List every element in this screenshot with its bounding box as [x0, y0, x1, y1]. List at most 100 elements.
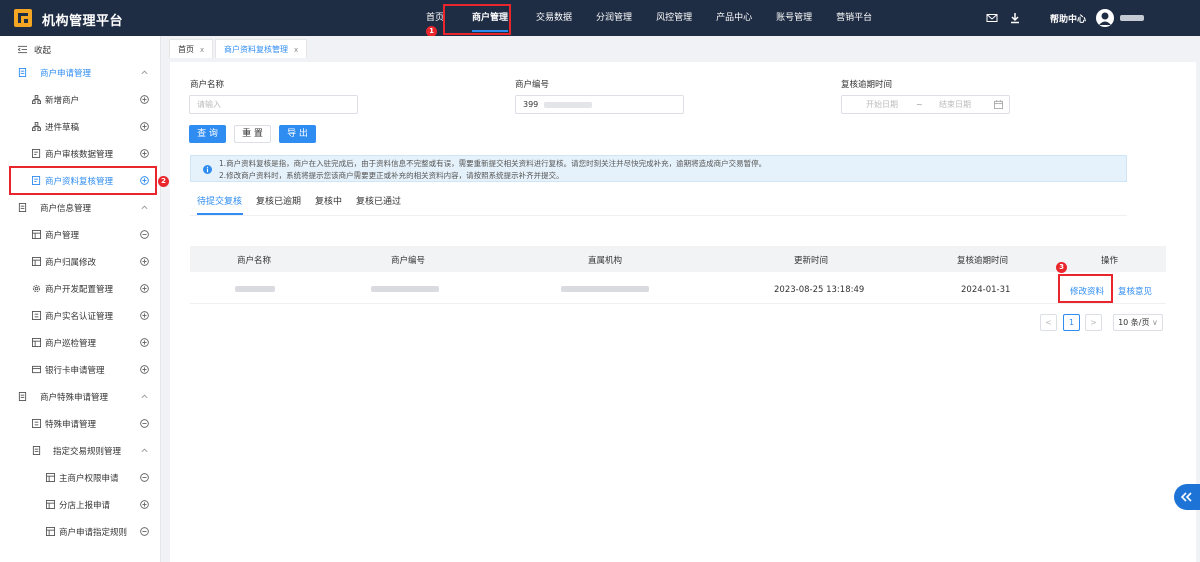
prev-page-button[interactable]: <	[1040, 314, 1057, 331]
plus-circle-icon	[140, 365, 149, 374]
export-button[interactable]: 导 出	[279, 125, 316, 143]
mail-icon[interactable]	[986, 12, 998, 24]
close-icon[interactable]: x	[200, 46, 204, 54]
nav-profit-sharing[interactable]: 分润管理	[588, 0, 640, 36]
sidebar-item-specified-rules[interactable]: 商户申请指定规则	[0, 518, 161, 545]
nav-risk-control[interactable]: 风控管理	[648, 0, 700, 36]
sidebar-item-bank-card[interactable]: 银行卡申请管理	[0, 356, 161, 383]
double-chevron-left-icon	[1181, 492, 1192, 502]
document-icon	[18, 392, 27, 401]
merchant-no-value: 399	[523, 100, 539, 109]
tab-passed[interactable]: 复核已通过	[356, 194, 401, 207]
minus-circle-icon	[140, 473, 149, 482]
sidebar-item-audit-data[interactable]: 商户审核数据管理	[0, 140, 161, 167]
sidebar-item-branch-report[interactable]: 分店上报申请	[0, 491, 161, 518]
org-chart-icon	[32, 95, 41, 104]
table-header: 商户名称 商户编号 直属机构 更新时间 复核逾期时间 操作	[190, 246, 1166, 272]
help-center-link[interactable]: 帮助中心	[1050, 12, 1086, 25]
sidebar-item-label: 银行卡申请管理	[45, 365, 105, 376]
collapse-menu-icon	[18, 45, 27, 54]
merchant-name-input[interactable]: 请输入	[189, 95, 358, 114]
tab-overdue[interactable]: 复核已逾期	[256, 194, 301, 207]
document-icon	[18, 68, 27, 77]
sidebar-item-main-merchant-permission[interactable]: 主商户权限申请	[0, 464, 161, 491]
page-1-button[interactable]: 1	[1063, 314, 1080, 331]
gear-icon	[32, 284, 41, 293]
id-card-icon	[32, 419, 41, 428]
brand-logo-icon	[14, 9, 32, 27]
sidebar-item-label: 主商户权限申请	[59, 473, 119, 484]
table-icon	[46, 500, 55, 509]
sidebar-item-add-merchant[interactable]: 新增商户	[0, 86, 161, 113]
id-card-icon	[32, 311, 41, 320]
sidebar-item-inspection[interactable]: 商户巡检管理	[0, 329, 161, 356]
org-chart-icon	[32, 122, 41, 131]
range-separator: ~	[916, 100, 923, 109]
sidebar-item-merchant-manage[interactable]: 商户管理	[0, 221, 161, 248]
plus-circle-icon	[140, 338, 149, 347]
merchant-no-input[interactable]: 399	[515, 95, 684, 114]
query-button[interactable]: 查 询	[189, 125, 226, 143]
merchant-no-label: 商户编号	[515, 80, 550, 90]
floating-collapse-button[interactable]	[1174, 484, 1200, 510]
update-time-cell: 2023-08-25 13:18:49	[774, 285, 865, 295]
chevron-up-icon	[141, 394, 148, 399]
notice-line-1: 1.商户资料复核是指，商户在入驻完成后，由于资料信息不完整或有误，需要重新提交相…	[219, 159, 767, 168]
deadline-label: 复核逾期时间	[841, 80, 893, 90]
page-size-select[interactable]: 10 条/页 ∨	[1113, 314, 1163, 331]
col-update-time: 更新时间	[794, 256, 829, 266]
sidebar-item-label: 商户管理	[45, 230, 80, 241]
document-icon	[18, 203, 27, 212]
brand-title: 机构管理平台	[42, 14, 124, 29]
review-opinion-link[interactable]: 复核意见	[1118, 285, 1152, 297]
highlight-box-step3	[1058, 274, 1113, 303]
end-date-placeholder: 结束日期	[939, 100, 971, 109]
table-icon	[32, 338, 41, 347]
sidebar-group-label: 商户申请管理	[40, 68, 92, 79]
nav-marketing-platform[interactable]: 营销平台	[828, 0, 880, 36]
nav-transaction-data[interactable]: 交易数据	[528, 0, 580, 36]
info-icon	[203, 165, 212, 174]
sidebar-item-ownership-change[interactable]: 商户归属修改	[0, 248, 161, 275]
sidebar-item-label: 商户归属修改	[45, 257, 97, 268]
download-icon[interactable]	[1009, 12, 1021, 24]
sidebar-item-special-apply[interactable]: 特殊申请管理	[0, 410, 161, 437]
sidebar-group-special-application[interactable]: 商户特殊申请管理	[0, 383, 161, 410]
tab-material-review[interactable]: 商户资料复核管理 x	[215, 39, 308, 58]
tab-in-review[interactable]: 复核中	[315, 194, 342, 207]
plus-circle-icon	[140, 149, 149, 158]
sidebar-item-label: 进件草稿	[45, 122, 80, 133]
sidebar-subgroup-trade-rules[interactable]: 指定交易规则管理	[0, 437, 161, 464]
reset-button[interactable]: 重 置	[234, 125, 271, 143]
sidebar-group-label: 商户特殊申请管理	[40, 392, 109, 403]
nav-account-management[interactable]: 账号管理	[768, 0, 820, 36]
minus-circle-icon	[140, 419, 149, 428]
close-icon[interactable]: x	[294, 46, 298, 54]
plus-circle-icon	[140, 257, 149, 266]
deadline-cell: 2024-01-31	[961, 285, 1011, 295]
sidebar-item-label: 指定交易规则管理	[53, 446, 122, 457]
sidebar-item-label: 商户申请指定规则	[59, 527, 128, 538]
table-icon	[32, 257, 41, 266]
nav-product-center[interactable]: 产品中心	[708, 0, 760, 36]
sidebar-item-draft[interactable]: 进件草稿	[0, 113, 161, 140]
avatar-icon[interactable]	[1096, 9, 1114, 27]
merchant-name-label: 商户名称	[190, 80, 225, 90]
sidebar-item-label: 分店上报申请	[59, 500, 111, 511]
minus-circle-icon	[140, 230, 149, 239]
edit-doc-icon	[32, 149, 41, 158]
tab-pending-submit[interactable]: 待提交复核	[197, 194, 242, 207]
tab-home[interactable]: 首页 x	[169, 39, 214, 58]
deadline-range-picker[interactable]: 开始日期 ~ 结束日期	[841, 95, 1010, 114]
step-marker-3: 3	[1056, 262, 1067, 273]
sidebar-item-dev-config[interactable]: 商户开发配置管理	[0, 275, 161, 302]
top-header: 机构管理平台 首页 商户管理 交易数据 分润管理 风控管理 产品中心 账号管理 …	[0, 0, 1200, 36]
next-page-button[interactable]: >	[1085, 314, 1102, 331]
table-icon	[46, 527, 55, 536]
merchant-name-masked	[235, 286, 275, 292]
sidebar-group-merchant-application[interactable]: 商户申请管理	[0, 59, 161, 86]
col-merchant-no: 商户编号	[391, 256, 426, 266]
sidebar-group-merchant-info[interactable]: 商户信息管理	[0, 194, 161, 221]
sidebar-item-realname-auth[interactable]: 商户实名认证管理	[0, 302, 161, 329]
plus-circle-icon	[140, 95, 149, 104]
